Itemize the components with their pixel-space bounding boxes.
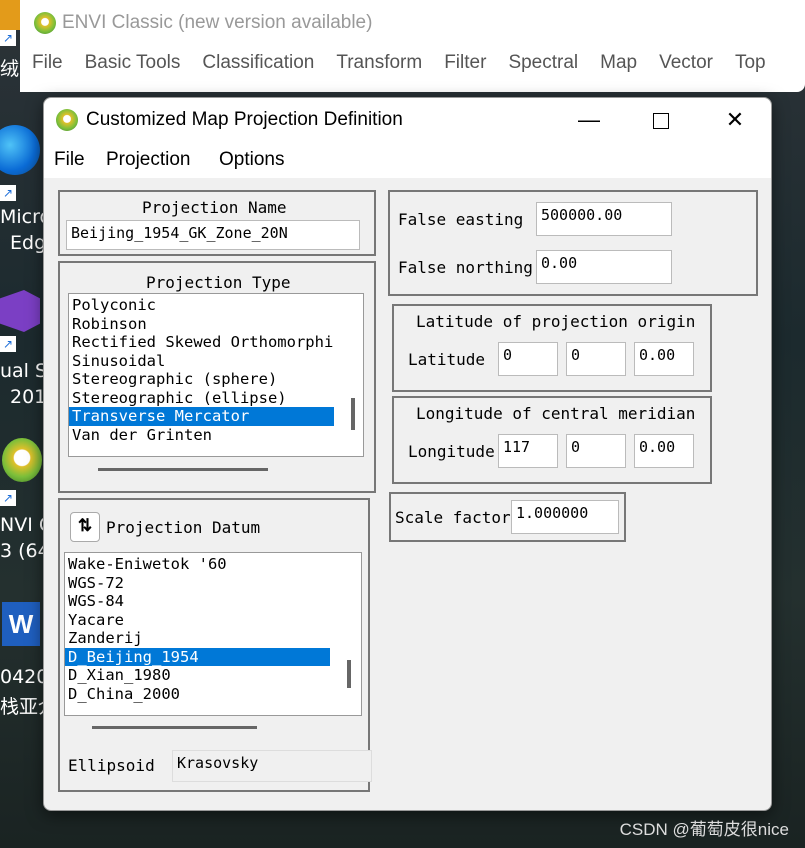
dialog-title-bar[interactable]: Customized Map Projection Definition — ✕ <box>44 98 771 142</box>
projection-type-group: Projection Type Polyconic Robinson Recti… <box>58 261 376 493</box>
shortcut-arrow-icon: ↗ <box>0 336 16 352</box>
envi-logo-icon <box>34 12 56 34</box>
minimize-icon[interactable]: — <box>569 104 609 136</box>
envi-window-title: ENVI Classic (new version available) <box>62 12 373 33</box>
longitude-minutes-input[interactable]: 0 <box>566 434 626 468</box>
false-northing-input[interactable]: 0.00 <box>536 250 672 284</box>
latitude-origin-group: Latitude of projection origin Latitude 0… <box>392 304 712 392</box>
dialog-menu-file[interactable]: File <box>54 149 85 171</box>
false-easting-input[interactable]: 500000.00 <box>536 202 672 236</box>
desktop-label: 绒 <box>0 58 20 80</box>
list-item[interactable]: Stereographic (sphere) <box>69 370 363 389</box>
list-item[interactable]: Wake-Eniwetok '60 <box>65 555 361 574</box>
visual-studio-icon[interactable] <box>0 290 40 332</box>
list-item-selected[interactable]: D_Beijing_1954 <box>65 647 330 666</box>
scale-factor-group: Scale factor 1.000000 <box>389 492 626 542</box>
envi-menu-transform[interactable]: Transform <box>336 52 422 74</box>
ellipsoid-label: Ellipsoid <box>68 756 155 775</box>
envi-menu-file[interactable]: File <box>32 52 63 74</box>
list-item[interactable]: Zanderij <box>65 629 361 648</box>
ellipsoid-value: Krasovsky <box>172 750 372 782</box>
list-item[interactable]: Rectified Skewed Orthomorphi <box>69 333 363 352</box>
dialog-menu-bar: File Projection Options <box>44 142 771 178</box>
scale-factor-label: Scale factor <box>395 508 511 527</box>
dialog-title: Customized Map Projection Definition <box>86 109 403 130</box>
shortcut-arrow-icon: ↗ <box>0 490 16 506</box>
horizontal-scrollbar[interactable] <box>92 726 257 729</box>
word-icon[interactable]: W <box>2 602 40 646</box>
list-item[interactable]: D_China_2000 <box>65 685 361 704</box>
longitude-central-group: Longitude of central meridian Longitude … <box>392 396 712 484</box>
projection-datum-label: Projection Datum <box>106 518 261 537</box>
projection-name-label: Projection Name <box>142 198 287 217</box>
envi-menu-bar: File Basic Tools Classification Transfor… <box>32 52 788 74</box>
envi-desktop-icon[interactable] <box>2 438 42 482</box>
close-icon[interactable]: ✕ <box>715 104 755 136</box>
latitude-label: Latitude <box>408 350 486 369</box>
projection-datum-group: ⇅ Projection Datum Wake-Eniwetok '60 WGS… <box>58 498 372 792</box>
envi-menu-classification[interactable]: Classification <box>202 52 314 74</box>
list-item[interactable]: Yacare <box>65 611 361 630</box>
envi-menu-filter[interactable]: Filter <box>444 52 486 74</box>
desktop-label: Edg <box>10 232 47 254</box>
longitude-seconds-input[interactable]: 0.00 <box>634 434 694 468</box>
false-origin-group: False easting 500000.00 False northing 0… <box>388 190 758 296</box>
dialog-menu-projection[interactable]: Projection <box>106 149 191 171</box>
latitude-origin-title: Latitude of projection origin <box>416 312 696 331</box>
envi-menu-spectral[interactable]: Spectral <box>508 52 578 74</box>
longitude-central-title: Longitude of central meridian <box>416 404 696 423</box>
maximize-icon[interactable] <box>641 104 681 136</box>
latitude-degrees-input[interactable]: 0 <box>498 342 558 376</box>
list-item[interactable]: Sinusoidal <box>69 352 363 371</box>
latitude-seconds-input[interactable]: 0.00 <box>634 342 694 376</box>
list-item[interactable]: WGS-84 <box>65 592 361 611</box>
projection-name-group: Projection Name Beijing_1954_GK_Zone_20N <box>58 190 376 256</box>
edge-icon[interactable] <box>0 125 40 175</box>
projection-name-input[interactable]: Beijing_1954_GK_Zone_20N <box>66 220 360 250</box>
list-item[interactable]: Van der Grinten <box>69 426 363 445</box>
false-northing-label: False northing <box>398 258 533 277</box>
projection-datum-list[interactable]: Wake-Eniwetok '60 WGS-72 WGS-84 Yacare Z… <box>64 552 362 716</box>
longitude-label: Longitude <box>408 442 495 461</box>
desktop-label: ual S <box>0 360 48 382</box>
envi-menu-topographic[interactable]: Top <box>735 52 766 74</box>
envi-menu-map[interactable]: Map <box>600 52 637 74</box>
shortcut-arrow-icon: ↗ <box>0 185 16 201</box>
list-item[interactable]: Polyconic <box>69 296 363 315</box>
datum-sort-button[interactable]: ⇅ <box>70 512 100 542</box>
list-item[interactable]: WGS-72 <box>65 574 361 593</box>
dialog-menu-options[interactable]: Options <box>219 149 284 171</box>
envi-menu-basic-tools[interactable]: Basic Tools <box>85 52 181 74</box>
projection-type-list[interactable]: Polyconic Robinson Rectified Skewed Orth… <box>68 293 364 457</box>
envi-logo-icon <box>56 109 78 131</box>
desktop-label: 201 <box>10 386 47 408</box>
scale-factor-input[interactable]: 1.000000 <box>511 500 619 534</box>
envi-menu-vector[interactable]: Vector <box>659 52 713 74</box>
horizontal-scrollbar[interactable] <box>98 468 268 471</box>
desktop-icon-1[interactable] <box>0 0 20 30</box>
latitude-minutes-input[interactable]: 0 <box>566 342 626 376</box>
vertical-scrollbar[interactable] <box>351 398 355 430</box>
envi-main-window: ENVI Classic (new version available) Fil… <box>20 0 805 92</box>
projection-type-label: Projection Type <box>146 273 291 292</box>
list-item[interactable]: D_Xian_1980 <box>65 666 361 685</box>
list-item[interactable]: Stereographic (ellipse) <box>69 389 363 408</box>
list-item-selected[interactable]: Transverse Mercator <box>69 407 334 426</box>
vertical-scrollbar[interactable] <box>347 660 351 688</box>
longitude-degrees-input[interactable]: 117 <box>498 434 558 468</box>
watermark: CSDN @葡萄皮很nice <box>619 820 789 839</box>
false-easting-label: False easting <box>398 210 524 229</box>
shortcut-arrow-icon: ↗ <box>0 30 16 46</box>
projection-definition-dialog: Customized Map Projection Definition — ✕… <box>43 97 772 811</box>
list-item[interactable]: Robinson <box>69 315 363 334</box>
